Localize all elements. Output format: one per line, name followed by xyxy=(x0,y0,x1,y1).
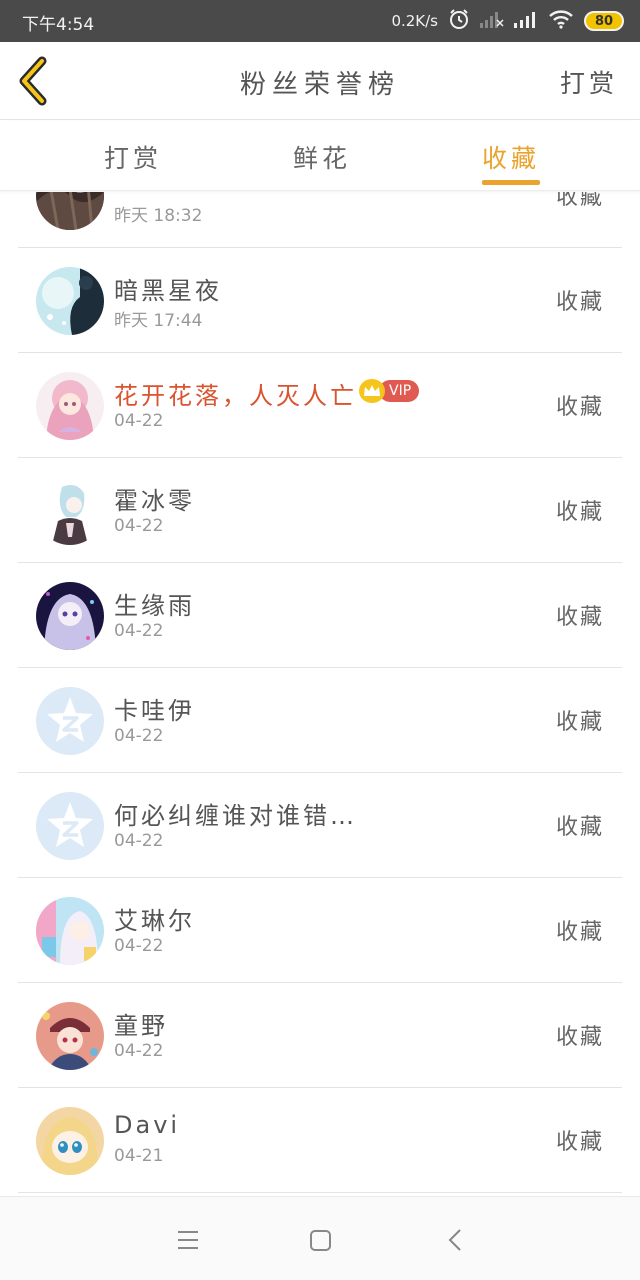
fan-time: 04-22 xyxy=(114,411,164,431)
wifi-icon xyxy=(548,9,574,33)
fan-time: 04-21 xyxy=(114,1146,164,1166)
signal-off-icon xyxy=(480,10,504,32)
tab-flowers[interactable]: 鲜花 xyxy=(293,139,351,175)
default-avatar-icon[interactable] xyxy=(36,792,104,860)
action-label: 收藏 xyxy=(555,290,604,315)
list-item[interactable]: 暗黑星夜 昨天 17:44 收藏 xyxy=(18,248,622,353)
fan-name: 暗黑星夜 xyxy=(114,277,222,305)
fan-name: 何必纠缠谁对谁错… xyxy=(114,802,357,830)
action-label: 收藏 xyxy=(555,815,604,840)
list-item[interactable]: 霍冰零 04-22 收藏 xyxy=(18,458,622,563)
menu-icon xyxy=(178,1231,198,1249)
menu-button[interactable] xyxy=(173,1225,203,1255)
list-item[interactable]: 艾琳尔 04-22 收藏 xyxy=(18,878,622,983)
system-back-button[interactable] xyxy=(441,1225,471,1255)
fan-time: 昨天 17:44 xyxy=(114,311,203,331)
header: 粉丝荣誉榜 打赏 xyxy=(0,42,640,120)
action-label: 收藏 xyxy=(555,395,604,420)
crown-icon xyxy=(359,379,385,403)
reward-button[interactable]: 打赏 xyxy=(560,64,618,100)
list-item[interactable]: Davi 04-21 收藏 xyxy=(18,1088,622,1193)
fan-name: Davi xyxy=(114,1111,181,1139)
avatar[interactable] xyxy=(36,1002,104,1070)
action-label: 收藏 xyxy=(555,920,604,945)
action-label: 收藏 xyxy=(555,1025,604,1050)
signal-icon xyxy=(514,10,538,32)
list-item[interactable]: 何必纠缠谁对谁错… 04-22 收藏 xyxy=(18,773,622,878)
fan-time: 04-22 xyxy=(114,831,164,851)
vip-badge: VIP xyxy=(359,379,420,403)
avatar[interactable] xyxy=(36,267,104,335)
avatar[interactable] xyxy=(36,897,104,965)
fan-time: 04-22 xyxy=(114,516,164,536)
active-tab-indicator xyxy=(482,180,540,185)
fan-time: 04-22 xyxy=(114,936,164,956)
fan-name: 童野 xyxy=(114,1012,168,1040)
list-item[interactable]: 卡哇伊 04-22 收藏 xyxy=(18,668,622,773)
tab-favorites[interactable]: 收藏 xyxy=(482,139,540,175)
fan-time: 04-22 xyxy=(114,1041,164,1061)
avatar[interactable] xyxy=(36,477,104,545)
tab-bar: 打赏 鲜花 收藏 xyxy=(0,121,640,191)
action-label: 收藏 xyxy=(555,192,604,210)
action-label: 收藏 xyxy=(555,605,604,630)
system-nav-bar xyxy=(0,1196,640,1280)
fan-time: 昨天 18:32 xyxy=(114,206,203,226)
status-icons: 0.2K/s 80 xyxy=(391,8,624,34)
vip-label: VIP xyxy=(379,380,420,402)
alarm-icon xyxy=(448,8,470,34)
battery-icon: 80 xyxy=(584,11,624,31)
net-speed: 0.2K/s xyxy=(391,12,438,30)
back-icon xyxy=(448,1229,461,1251)
default-avatar-icon[interactable] xyxy=(36,687,104,755)
list-item[interactable]: 童野 04-22 收藏 xyxy=(18,983,622,1088)
avatar[interactable] xyxy=(36,582,104,650)
status-time: 下午4:54 xyxy=(22,15,95,35)
tab-reward[interactable]: 打赏 xyxy=(104,139,162,175)
fan-time: 04-22 xyxy=(114,621,164,641)
fan-list[interactable]: 昨天 18:32 收藏 暗黑星夜 昨天 17:44 收藏 花开花落，人灭人亡 V… xyxy=(0,192,640,1195)
fan-name: 霍冰零 xyxy=(114,487,195,515)
home-button[interactable] xyxy=(305,1225,335,1255)
list-item[interactable]: 昨天 18:32 收藏 xyxy=(18,192,622,248)
action-label: 收藏 xyxy=(555,500,604,525)
avatar[interactable] xyxy=(36,1107,104,1175)
avatar[interactable] xyxy=(36,192,104,230)
avatar[interactable] xyxy=(36,372,104,440)
fan-name: 生缘雨 xyxy=(114,592,195,620)
list-item[interactable]: 生缘雨 04-22 收藏 xyxy=(18,563,622,668)
list-item[interactable]: 花开花落，人灭人亡 VIP 04-22 收藏 xyxy=(18,353,622,458)
fan-name: 花开花落，人灭人亡 xyxy=(114,382,357,410)
fan-name: 卡哇伊 xyxy=(114,697,195,725)
home-icon xyxy=(310,1230,331,1251)
fan-name: 艾琳尔 xyxy=(114,907,195,935)
fan-time: 04-22 xyxy=(114,726,164,746)
action-label: 收藏 xyxy=(555,710,604,735)
action-label: 收藏 xyxy=(555,1130,604,1155)
page-title: 粉丝荣誉榜 xyxy=(239,70,400,100)
status-bar: 下午4:54 0.2K/s 80 xyxy=(0,0,640,42)
